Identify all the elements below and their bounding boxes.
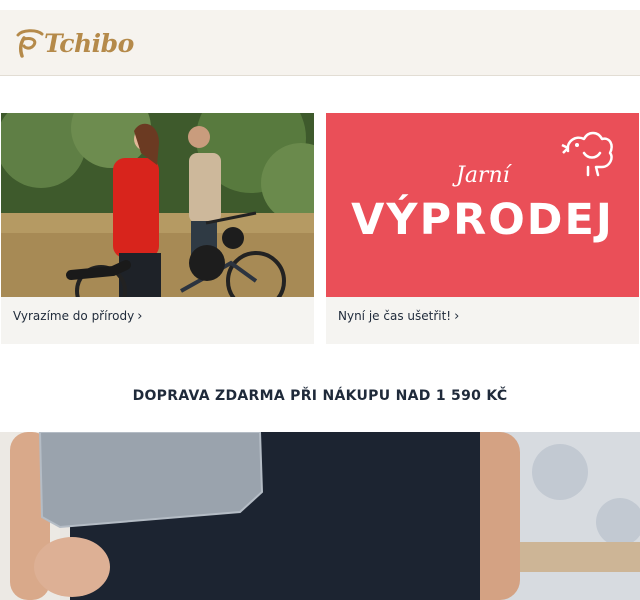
sale-title: VÝPRODEJ	[351, 195, 614, 245]
bird-icon	[561, 131, 613, 177]
free-shipping-banner: DOPRAVA ZDARMA PŘI NÁKUPU NAD 1 590 KČ	[132, 388, 508, 404]
promo-card-nature[interactable]: Vyrazíme do přírody ›	[1, 113, 314, 344]
sale-subtitle: Jarní	[456, 163, 510, 188]
site-header: Tchibo	[0, 0, 640, 76]
brand-name: Tchibo	[44, 28, 134, 58]
promo-link-sale[interactable]: Nyní je čas ušetřit! ›	[338, 309, 459, 323]
promo-link-nature[interactable]: Vyrazíme do přírody ›	[13, 309, 142, 323]
sale-banner: Jarní VÝPRODEJ	[326, 113, 639, 297]
chevron-right-icon: ›	[454, 308, 460, 324]
promo-caption: Nyní je čas ušetřit!	[338, 309, 452, 323]
promo-card-sale[interactable]: Jarní VÝPRODEJ Nyní je čas ušetřit! ›	[326, 113, 639, 344]
cycling-couple-image	[1, 113, 314, 297]
tchibo-bean-logo-icon	[16, 29, 44, 58]
woman-with-towel-photo-icon	[0, 432, 640, 600]
promo-caption: Vyrazíme do přírody	[13, 309, 135, 323]
chevron-right-icon: ›	[137, 308, 143, 324]
cycling-couple-photo-icon	[1, 113, 314, 297]
tchibo-logo[interactable]: Tchibo	[12, 26, 134, 60]
hero-image[interactable]	[0, 432, 640, 600]
